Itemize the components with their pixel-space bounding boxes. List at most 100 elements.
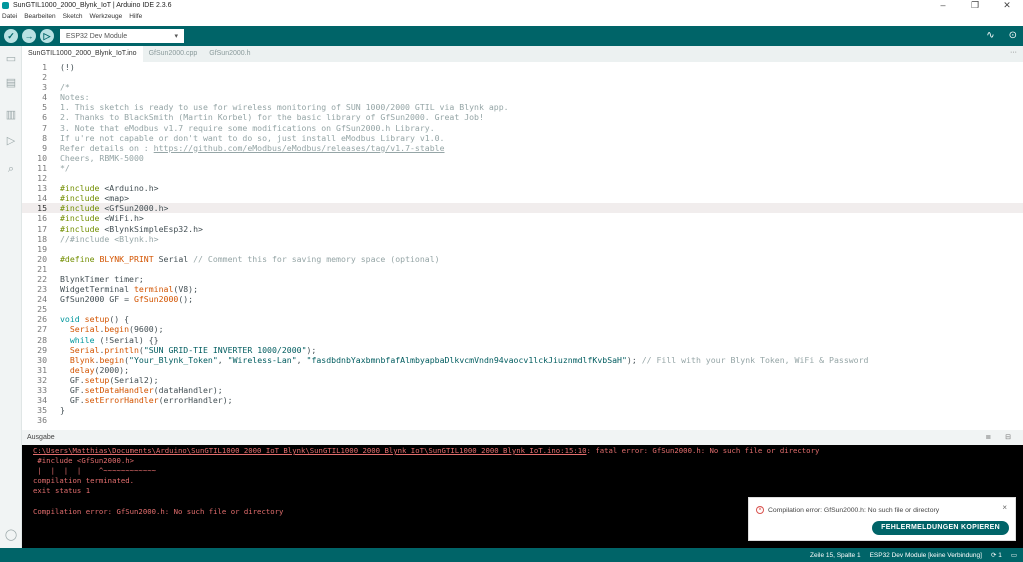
output-line: | | | | ^~~~~~~~~~~~~: [33, 466, 157, 476]
code-text: GF.setErrorHandler(errorHandler);: [60, 395, 233, 405]
toggle-output-icon[interactable]: ▭: [1011, 551, 1017, 559]
code-text: Notes:: [60, 92, 90, 102]
code-line: 13 #include <Arduino.h>: [22, 183, 1023, 193]
code-token: <map>: [99, 193, 130, 204]
code-token: println: [104, 344, 139, 355]
code-editor[interactable]: 1 (!) 2 3 /* 4 Notes: 5 1. This sketch is ready …: [22, 62, 1023, 428]
code-text: 1. This sketch is ready to use for wirel…: [60, 102, 509, 112]
code-token: <WiFi.h>: [99, 213, 144, 224]
serial-plotter-icon[interactable]: ∿: [986, 30, 994, 41]
line-number: 36: [37, 415, 47, 426]
boards-manager-icon[interactable]: ▤: [4, 76, 18, 90]
code-token: "SUN GRID-TIE INVERTER 1000/2000": [143, 344, 307, 355]
code-token: BlynkTimer timer;: [60, 273, 144, 284]
line-number: 34: [37, 395, 47, 406]
close-notification-icon[interactable]: ×: [1002, 503, 1007, 512]
line-number: 3: [42, 82, 47, 93]
code-line: 28 while (!Serial) {}: [22, 335, 1023, 345]
menu-werkzeuge[interactable]: Werkzeuge: [90, 13, 123, 23]
line-number: 20: [37, 253, 47, 264]
code-text: If u're not capable or don't want to do …: [60, 133, 445, 143]
code-line: 33 GF.setDataHandler(dataHandler);: [22, 385, 1023, 395]
search-icon[interactable]: ⌕: [4, 162, 18, 176]
copy-errors-button[interactable]: FEHLERMELDUNGEN KOPIEREN: [872, 521, 1009, 535]
code-token: "Your_Blynk_Token": [129, 354, 218, 365]
line-number: 25: [37, 304, 47, 315]
code-token: 1. This sketch is ready to use for wirel…: [60, 102, 509, 113]
close-button[interactable]: ✕: [991, 0, 1023, 11]
code-token: If u're not capable or don't want to do …: [60, 132, 445, 143]
line-number: 26: [37, 314, 47, 325]
code-token: setup: [84, 374, 110, 385]
toolbar: ✓ → ▷ ESP32 Dev Module ▾ ∿ ⊙: [0, 26, 1023, 46]
code-line: 14 #include <map>: [22, 193, 1023, 203]
code-token: Serial: [69, 344, 100, 355]
code-token[interactable]: https://github.com/eModbus/eModbus/relea…: [154, 143, 445, 153]
arduino-logo-icon: [2, 2, 9, 9]
code-line: 22 BlynkTimer timer;: [22, 274, 1023, 284]
code-line: 19: [22, 244, 1023, 254]
code-token: void: [60, 314, 80, 325]
code-line: 27 Serial.begin(9600);: [22, 324, 1023, 334]
line-number: 23: [37, 284, 47, 295]
code-token: );: [626, 354, 642, 365]
board-status[interactable]: ESP32 Dev Module [keine Verbindung]: [870, 552, 982, 559]
error-path-link[interactable]: C:\Users\Matthias\Documents\Arduino\SunG…: [33, 446, 587, 455]
notifications-icon[interactable]: ⟳ 1: [991, 551, 1002, 559]
menu-datei[interactable]: Datei: [2, 13, 17, 23]
menu-bearbeiten[interactable]: Bearbeiten: [24, 13, 55, 23]
error-icon: ×: [756, 506, 764, 514]
code-line: 18 //#include <Blynk.h>: [22, 234, 1023, 244]
code-line: 35}: [22, 405, 1023, 415]
code-line: 17 #include <BlynkSimpleEsp32.h>: [22, 224, 1023, 234]
maximize-button[interactable]: ❐: [959, 0, 991, 11]
verify-button[interactable]: ✓: [4, 29, 18, 43]
output-line: compilation terminated.: [33, 476, 135, 486]
debug-icon[interactable]: ▷: [4, 134, 18, 148]
code-text: Serial.begin(9600);: [60, 324, 164, 334]
code-token: 2. Thanks to BlackSmith (Martin Korbel) …: [60, 112, 484, 123]
line-number: 7: [42, 122, 47, 133]
debug-button[interactable]: ▷: [40, 29, 54, 43]
code-token: GfSun2000: [133, 294, 179, 305]
code-token: Serial: [69, 324, 100, 335]
minimize-button[interactable]: –: [927, 0, 959, 11]
line-number: 6: [42, 112, 47, 123]
folder-icon[interactable]: ▭: [4, 52, 18, 66]
code-line: 30 Blynk.begin("Your_Blynk_Token", "Wire…: [22, 355, 1023, 365]
menu-hilfe[interactable]: Hilfe: [129, 13, 142, 23]
code-line: 34 GF.setErrorHandler(errorHandler);: [22, 395, 1023, 405]
code-text: #include <GfSun2000.h>: [60, 203, 168, 213]
menu-sketch[interactable]: Sketch: [63, 13, 83, 23]
code-text: delay(2000);: [60, 365, 129, 375]
profile-icon[interactable]: ◯: [4, 528, 18, 542]
code-token: <Arduino.h>: [99, 183, 159, 194]
code-text: }: [60, 405, 65, 415]
tab-cpp[interactable]: GfSun2000.cpp: [143, 46, 204, 62]
library-manager-icon[interactable]: ▥: [4, 108, 18, 122]
code-line: 23 WidgetTerminal terminal(V8);: [22, 284, 1023, 294]
cursor-position: Zeile 15, Spalte 1: [809, 551, 861, 559]
title-bar: SunGTIL1000_2000_Blynk_IoT | Arduino IDE…: [0, 0, 1023, 11]
code-text: 2. Thanks to BlackSmith (Martin Korbel) …: [60, 112, 484, 122]
output-actions-icon[interactable]: ≣ ⊟: [985, 430, 1017, 445]
code-token: () {: [109, 314, 130, 325]
serial-monitor-icon[interactable]: ⊙: [1009, 30, 1017, 41]
line-number: 35: [37, 405, 47, 416]
code-token: */: [60, 162, 70, 173]
upload-button[interactable]: →: [22, 29, 36, 43]
output-line: #include <GfSun2000.h>: [33, 456, 135, 466]
code-token: BLYNK_PRINT: [94, 253, 154, 264]
code-token: (!): [60, 62, 75, 72]
line-number: 8: [42, 132, 47, 143]
code-line: 25: [22, 304, 1023, 314]
code-line: 24 GfSun2000 GF = GfSun2000();: [22, 294, 1023, 304]
more-icon[interactable]: ···: [1010, 46, 1017, 60]
board-selector[interactable]: ESP32 Dev Module ▾: [60, 29, 184, 43]
tab-ino[interactable]: SunGTIL1000_2000_Blynk_IoT.ino: [22, 46, 143, 62]
code-line: 1 (!): [22, 62, 1023, 72]
tab-h[interactable]: GfSun2000.h: [203, 46, 256, 62]
code-line: 10 Cheers, RBMK-5000: [22, 153, 1023, 163]
